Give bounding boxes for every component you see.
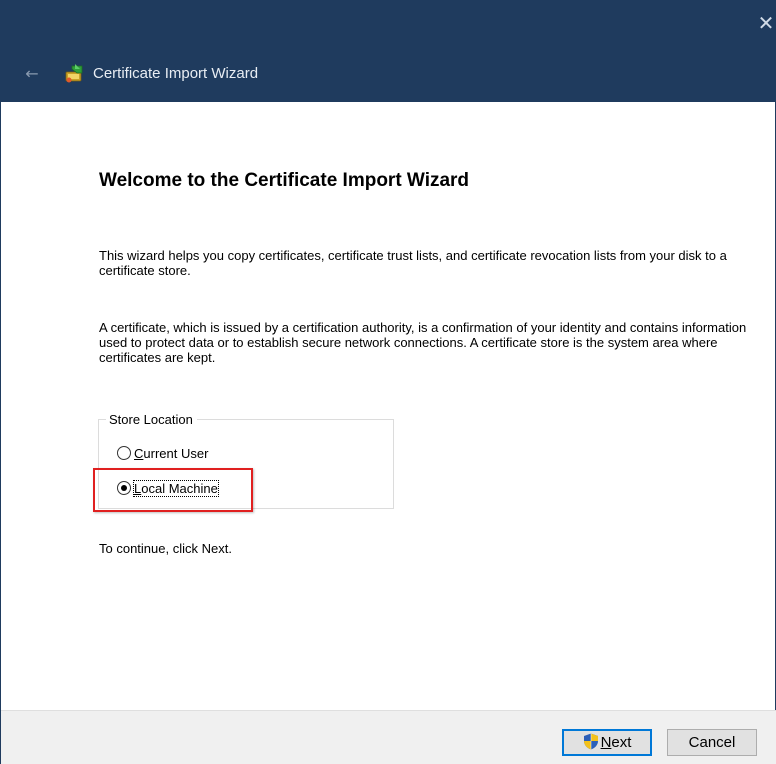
radio-local-machine[interactable]: Local Machine [117,478,219,498]
window-title: Certificate Import Wizard [93,65,259,82]
title-bar: ✕ ← Certificate Import Wizard [1,0,776,102]
next-button[interactable]: Next [562,729,652,756]
radio-current-user-label[interactable]: Current User [134,446,208,461]
radio-current-user[interactable]: Current User [117,443,208,463]
cancel-button[interactable]: Cancel [667,729,757,756]
back-button[interactable]: ← [21,63,43,85]
intro-text: This wizard helps you copy certificates,… [99,248,727,278]
store-location-group: Store Location Current User Local Machin… [98,411,394,509]
back-arrow-icon: ← [25,64,39,83]
certificate-import-wizard-window: ✕ ← Certificate Import Wizard Welcome to… [0,0,776,764]
store-location-legend: Store Location [106,411,197,428]
continue-text: To continue, click Next. [99,541,232,556]
button-bar: Next Cancel [1,710,776,764]
radio-local-machine-circle[interactable] [117,481,131,495]
close-button[interactable]: ✕ [755,10,776,36]
close-icon: ✕ [757,11,775,35]
uac-shield-icon [583,733,599,750]
page-heading: Welcome to the Certificate Import Wizard [99,170,470,191]
radio-local-machine-label[interactable]: Local Machine [133,479,219,497]
certificate-wizard-icon [63,63,85,85]
wizard-content: Welcome to the Certificate Import Wizard… [1,102,776,710]
radio-current-user-circle[interactable] [117,446,131,460]
description-text: A certificate, which is issued by a cert… [99,320,747,365]
